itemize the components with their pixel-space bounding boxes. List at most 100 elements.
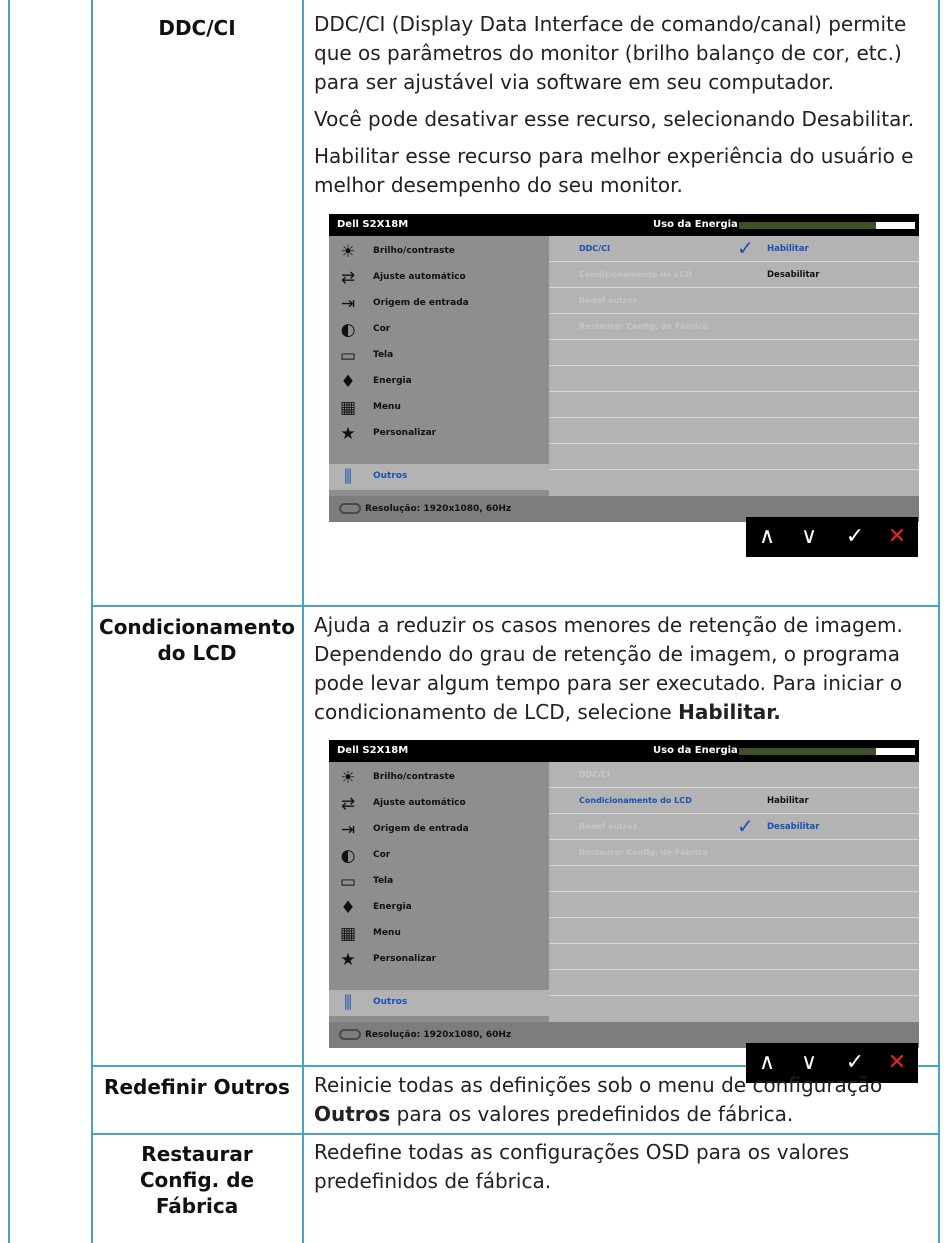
submenu-row-empty bbox=[549, 418, 919, 444]
others-icon: ⫼ bbox=[344, 993, 352, 1013]
submenu-row-ddc-ci[interactable]: DDC/CI bbox=[549, 762, 919, 788]
up-arrow-icon[interactable]: ∧ bbox=[752, 523, 782, 551]
option-enable[interactable]: Habilitar bbox=[767, 796, 809, 806]
osd-main-menu: ☀ Brilho/contraste ⇄ Ajuste automático ⇥ Or… bbox=[329, 236, 549, 496]
table-border-right bbox=[938, 0, 940, 1243]
osd-menu-item-others[interactable]: ⫼ Outros bbox=[329, 464, 549, 490]
osd-model: Dell S2X18M bbox=[337, 219, 409, 230]
term-reset-others: Redefinir Outros bbox=[104, 1075, 290, 1099]
star-icon: ★ bbox=[340, 424, 356, 444]
osd-menu-item-personalize[interactable]: ★ Personalizar bbox=[329, 947, 549, 973]
table-border-left bbox=[8, 0, 10, 1243]
osd-menu-item-auto-adjust[interactable]: ⇄ Ajuste automático bbox=[329, 265, 549, 291]
osd-menu-item-color[interactable]: ◐ Cor bbox=[329, 843, 549, 869]
energy-icon: ♦ bbox=[340, 898, 356, 918]
submenu-row-lcd-conditioning[interactable]: Condicionamento do LCD Habilitar bbox=[549, 788, 919, 814]
term-line: Fábrica bbox=[155, 1194, 239, 1218]
osd-menu-item-others[interactable]: ⫼ Outros bbox=[329, 990, 549, 1016]
term-lcd-conditioning: Condicionamento do LCD bbox=[94, 614, 300, 666]
paragraph: Redefine todas as configurações OSD para… bbox=[314, 1140, 850, 1193]
submenu-label: Condicionamento do LCD bbox=[579, 796, 692, 805]
paragraph: Reinicie todas as definições sob o menu … bbox=[314, 1073, 883, 1126]
input-source-icon: ⇥ bbox=[340, 294, 356, 314]
menu-label: Tela bbox=[373, 350, 394, 360]
brightness-icon: ☀ bbox=[340, 768, 356, 788]
submenu-row-empty bbox=[549, 392, 919, 418]
menu-label: Tela bbox=[373, 876, 394, 886]
down-arrow-icon[interactable]: ∨ bbox=[794, 523, 824, 551]
paragraph: DDC/CI (Display Data Interface de comand… bbox=[314, 12, 907, 94]
submenu-row-lcd-conditioning[interactable]: Condicionamento do LCD Desabilitar bbox=[549, 262, 919, 288]
check-icon: ✓ bbox=[737, 236, 754, 260]
osd-menu-item-energy[interactable]: ♦ Energia bbox=[329, 895, 549, 921]
osd-header: Dell S2X18M Uso da Energia bbox=[329, 214, 919, 236]
menu-label: Brilho/contraste bbox=[373, 772, 455, 782]
osd-header: Dell S2X18M Uso da Energia bbox=[329, 740, 919, 762]
color-icon: ◐ bbox=[340, 320, 356, 340]
osd-menu-item-menu[interactable]: ▦ Menu bbox=[329, 395, 549, 421]
menu-icon: ▦ bbox=[339, 924, 357, 944]
submenu-row-empty bbox=[549, 366, 919, 392]
osd-menu-item-auto-adjust[interactable]: ⇄ Ajuste automático bbox=[329, 791, 549, 817]
submenu-label: DDC/CI bbox=[579, 770, 610, 779]
table-border-col1 bbox=[91, 0, 93, 1243]
menu-label: Brilho/contraste bbox=[373, 246, 455, 256]
osd-resolution: Resolução: 1920x1080, 60Hz bbox=[365, 504, 512, 514]
paragraph: Você pode desativar esse recurso, seleci… bbox=[314, 107, 915, 131]
submenu-row-factory-reset[interactable]: Restaurar Config. de Fábrica bbox=[549, 840, 919, 866]
submenu-row-ddc-ci[interactable]: DDC/CI ✓ Habilitar bbox=[549, 236, 919, 262]
term-line: Config. de bbox=[139, 1168, 255, 1192]
auto-adjust-icon: ⇄ bbox=[340, 794, 356, 814]
table-border-col2 bbox=[302, 0, 304, 1243]
osd-menu-item-display[interactable]: ▭ Tela bbox=[329, 869, 549, 895]
submenu-row-empty bbox=[549, 918, 919, 944]
submenu-row-empty bbox=[549, 866, 919, 892]
energy-usage-fill bbox=[739, 222, 877, 229]
check-icon[interactable]: ✓ bbox=[840, 523, 870, 551]
option-disable[interactable]: Desabilitar bbox=[767, 822, 819, 832]
term-line: Restaurar bbox=[141, 1142, 253, 1166]
menu-label: Origem de entrada bbox=[373, 298, 469, 308]
submenu-label: Condicionamento do LCD bbox=[579, 270, 692, 279]
option-disable[interactable]: Desabilitar bbox=[767, 270, 819, 280]
brightness-icon: ☀ bbox=[340, 242, 356, 262]
star-icon: ★ bbox=[340, 950, 356, 970]
menu-label: Ajuste automático bbox=[373, 272, 466, 282]
osd-energy-label: Uso da Energia bbox=[653, 745, 738, 756]
submenu-row-reset-others[interactable]: Redef outros ✓ Desabilitar bbox=[549, 814, 919, 840]
submenu-row-reset-others[interactable]: Redef outros bbox=[549, 288, 919, 314]
osd-menu-item-color[interactable]: ◐ Cor bbox=[329, 317, 549, 343]
option-enable[interactable]: Habilitar bbox=[767, 244, 809, 254]
menu-label: Energia bbox=[373, 902, 412, 912]
osd-submenu: DDC/CI Condicionamento do LCD Habilitar … bbox=[549, 762, 919, 1022]
energy-usage-bar bbox=[739, 222, 915, 229]
osd-menu-item-display[interactable]: ▭ Tela bbox=[329, 343, 549, 369]
energy-usage-fill bbox=[739, 748, 877, 755]
submenu-label: Restaurar Config. de Fábrica bbox=[579, 322, 708, 331]
osd-menu-item-menu[interactable]: ▦ Menu bbox=[329, 921, 549, 947]
osd-screenshot-lcd-conditioning: Dell S2X18M Uso da Energia ☀ Brilho/contr… bbox=[329, 740, 919, 1048]
osd-menu-item-brightness[interactable]: ☀ Brilho/contraste bbox=[329, 765, 549, 791]
submenu-row-empty bbox=[549, 892, 919, 918]
submenu-label: Redef outros bbox=[579, 822, 638, 831]
paragraph: Habilitar esse recurso para melhor exper… bbox=[314, 144, 914, 197]
menu-label: Outros bbox=[373, 997, 408, 1007]
submenu-label: DDC/CI bbox=[579, 244, 610, 253]
submenu-label: Redef outros bbox=[579, 296, 638, 305]
menu-label: Cor bbox=[373, 324, 391, 334]
connector-icon bbox=[339, 503, 361, 514]
osd-menu-item-brightness[interactable]: ☀ Brilho/contraste bbox=[329, 239, 549, 265]
osd-menu-item-personalize[interactable]: ★ Personalizar bbox=[329, 421, 549, 447]
term-ddc-ci: DDC/CI bbox=[158, 16, 236, 40]
osd-menu-item-input-source[interactable]: ⇥ Origem de entrada bbox=[329, 291, 549, 317]
osd-screenshot-ddc-ci: Dell S2X18M Uso da Energia ☀ Brilho/contr… bbox=[329, 214, 919, 522]
menu-label: Personalizar bbox=[373, 428, 437, 438]
osd-submenu: DDC/CI ✓ Habilitar Condicionamento do LC… bbox=[549, 236, 919, 496]
submenu-label: Restaurar Config. de Fábrica bbox=[579, 848, 708, 857]
submenu-row-factory-reset[interactable]: Restaurar Config. de Fábrica bbox=[549, 314, 919, 340]
osd-body: ☀ Brilho/contraste ⇄ Ajuste automático ⇥ Or… bbox=[329, 762, 919, 1022]
osd-menu-item-energy[interactable]: ♦ Energia bbox=[329, 369, 549, 395]
close-icon[interactable]: ✕ bbox=[882, 523, 912, 551]
osd-menu-item-input-source[interactable]: ⇥ Origem de entrada bbox=[329, 817, 549, 843]
check-icon: ✓ bbox=[737, 814, 754, 838]
